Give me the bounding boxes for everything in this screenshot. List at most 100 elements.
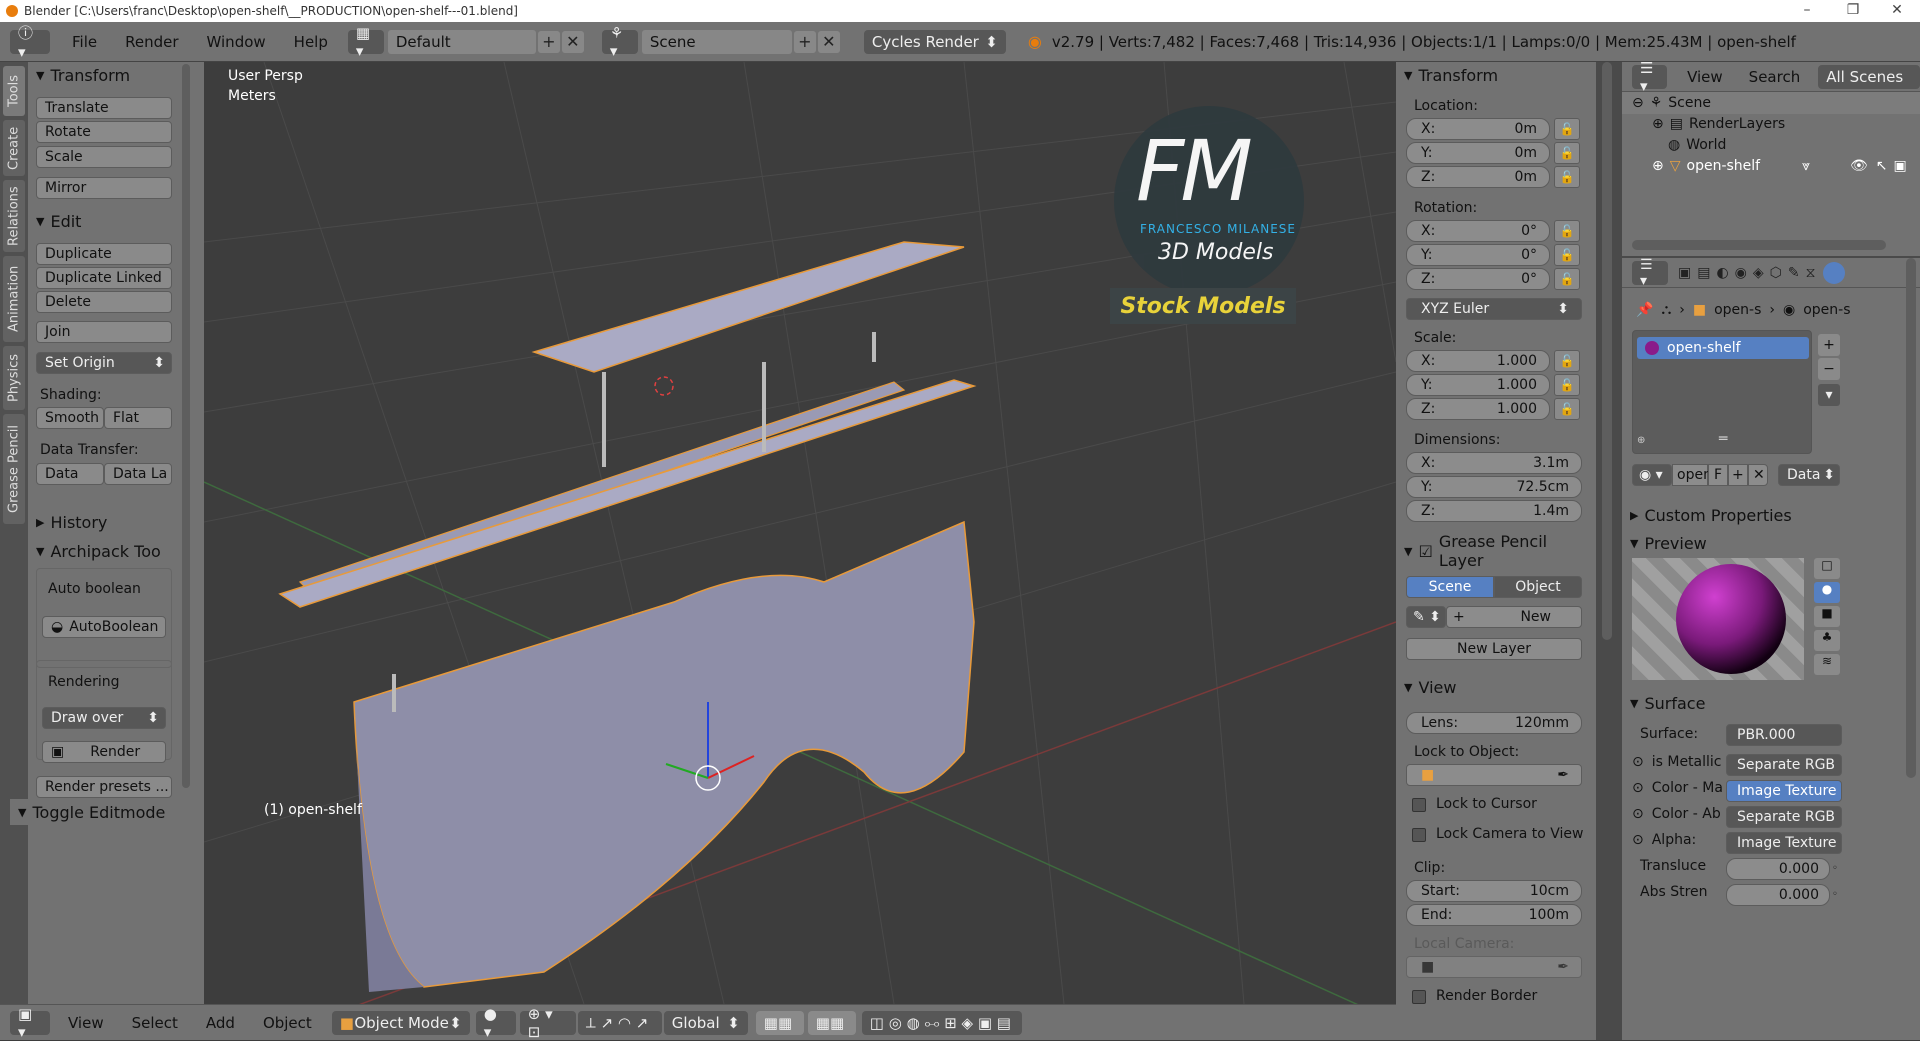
- dimensions-z-field[interactable]: Z: 1.4m: [1406, 500, 1582, 522]
- expand-icon[interactable]: ⊕: [1652, 158, 1664, 174]
- unlink-material-icon[interactable]: ✕: [1748, 464, 1768, 486]
- draw-over-select[interactable]: Draw over ⬍: [42, 707, 166, 729]
- lock-to-object-field[interactable]: ■ ✒: [1406, 764, 1582, 786]
- menu-select[interactable]: Select: [118, 1014, 192, 1032]
- lock-icon[interactable]: 🔓: [1554, 118, 1580, 140]
- properties-editor-icon[interactable]: ☰ ▾: [1632, 257, 1668, 289]
- history-panel-header[interactable]: ▶ History: [28, 509, 204, 535]
- viewport-shading-icon[interactable]: ● ▾: [475, 1005, 516, 1041]
- material-name-field[interactable]: open-: [1672, 464, 1717, 486]
- remove-slot-icon[interactable]: −: [1818, 358, 1840, 380]
- join-button[interactable]: Join: [36, 321, 172, 343]
- add-layout-icon[interactable]: +: [537, 30, 560, 53]
- tab-tools[interactable]: Tools: [3, 66, 25, 116]
- scale-button[interactable]: Scale: [36, 146, 172, 168]
- translucency-field[interactable]: 0.000: [1726, 858, 1830, 880]
- input-link-icon[interactable]: ⊙: [1632, 806, 1644, 822]
- new-material-icon[interactable]: +: [1728, 464, 1748, 486]
- abs-strength-field[interactable]: 0.000: [1726, 884, 1830, 906]
- visibility-eye-icon[interactable]: 👁: [1850, 158, 1868, 174]
- properties-shelf-scrollbar[interactable]: [1602, 62, 1612, 640]
- pencil-icon[interactable]: ✎ ⬍: [1406, 606, 1446, 628]
- material-slot-item[interactable]: open-shelf: [1637, 337, 1809, 359]
- rotation-y-field[interactable]: Y: 0°: [1406, 244, 1550, 266]
- lock-to-cursor-checkbox[interactable]: [1412, 798, 1426, 812]
- lock-icon[interactable]: 🔓: [1554, 244, 1580, 266]
- data-button[interactable]: Data: [36, 463, 104, 485]
- layers-grid-2-icon[interactable]: ▦▦: [807, 1010, 856, 1035]
- add-slot-icon[interactable]: +: [1818, 334, 1840, 356]
- dimensions-y-field[interactable]: Y: 72.5cm: [1406, 476, 1582, 498]
- preview-cube-icon[interactable]: ■: [1814, 606, 1840, 627]
- pin-icon[interactable]: 📌: [1636, 302, 1653, 318]
- eyedropper-icon[interactable]: ✒: [1557, 767, 1569, 783]
- snapping-tools-icons[interactable]: ◫ ◎ ◍ ⧟ ⊞ ◈ ▣ ▤: [861, 1010, 1022, 1035]
- outliner-editor-icon[interactable]: ☰ ▾: [1632, 59, 1668, 95]
- smooth-button[interactable]: Smooth: [36, 407, 104, 429]
- location-x-field[interactable]: X: 0m: [1406, 118, 1550, 140]
- delete-button[interactable]: Delete: [36, 291, 172, 313]
- remove-layout-icon[interactable]: ✕: [561, 30, 584, 53]
- lock-icon[interactable]: 🔓: [1554, 398, 1580, 420]
- tab-grease-pencil[interactable]: Grease Pencil: [3, 414, 25, 524]
- menu-object[interactable]: Object: [249, 1014, 326, 1032]
- n-transform-header[interactable]: ▼ Transform: [1396, 62, 1596, 88]
- input-link-icon[interactable]: ⊙: [1632, 754, 1644, 770]
- scene-icon[interactable]: ⚘ ▾: [601, 24, 638, 60]
- input-link-icon[interactable]: ⊙: [1632, 832, 1644, 848]
- rotation-z-field[interactable]: Z: 0°: [1406, 268, 1550, 290]
- lens-field[interactable]: Lens: 120mm: [1406, 712, 1582, 734]
- lock-icon[interactable]: 🔓: [1554, 166, 1580, 188]
- outliner-h-scrollbar[interactable]: [1632, 240, 1886, 250]
- screen-layout-field[interactable]: Default: [387, 29, 536, 54]
- menu-view[interactable]: View: [54, 1014, 118, 1032]
- preview-sphere-icon[interactable]: ●: [1814, 582, 1840, 603]
- clip-end-field[interactable]: End: 100m: [1406, 904, 1582, 926]
- menu-add[interactable]: Add: [192, 1014, 249, 1032]
- screen-layout-icon[interactable]: ▦ ▾: [347, 24, 384, 60]
- preview-flat-icon[interactable]: □: [1814, 558, 1840, 579]
- rotation-x-field[interactable]: X: 0°: [1406, 220, 1550, 242]
- set-origin-select[interactable]: Set Origin ⬍: [36, 352, 172, 374]
- surface-header[interactable]: ▼ Surface: [1622, 690, 1852, 716]
- gp-new-button[interactable]: + New: [1446, 606, 1582, 628]
- color-ma-input-select[interactable]: Image Texture: [1726, 780, 1842, 802]
- socket-icon[interactable]: ◦: [1832, 858, 1844, 880]
- render-button[interactable]: ▣ Render: [42, 741, 166, 763]
- outliner-item-scene[interactable]: ⊖ ⚘ Scene: [1622, 92, 1920, 114]
- menu-file[interactable]: File: [58, 33, 111, 51]
- outliner-item-renderlayers[interactable]: ⊕ ▤ RenderLayers: [1622, 113, 1920, 135]
- data-layers-button[interactable]: Data La: [104, 463, 172, 485]
- metallic-input-select[interactable]: Separate RGB: [1726, 754, 1842, 776]
- fake-user-button[interactable]: F: [1708, 464, 1728, 486]
- lock-icon[interactable]: 🔓: [1554, 268, 1580, 290]
- rotate-button[interactable]: Rotate: [36, 121, 172, 143]
- collapse-icon[interactable]: ⊖: [1632, 95, 1644, 111]
- outliner-item-open-shelf[interactable]: ⊕ ▽ open-shelf ⩔ 👁 ↖ ▣: [1622, 155, 1920, 177]
- edit-panel-header[interactable]: ▼ Edit: [28, 208, 204, 234]
- color-ab-input-select[interactable]: Separate RGB: [1726, 806, 1842, 828]
- outliner-item-world[interactable]: ◍ World: [1622, 134, 1920, 156]
- slot-specials-icon[interactable]: ▾: [1818, 384, 1840, 406]
- manipulator-icons[interactable]: ⟂ ↗ ◠ ↗: [577, 1010, 662, 1035]
- socket-icon[interactable]: ◦: [1832, 884, 1844, 906]
- custom-properties-header[interactable]: ▶ Custom Properties: [1622, 502, 1852, 528]
- autoboolean-button[interactable]: ◒ AutoBoolean: [42, 616, 166, 638]
- clip-start-field[interactable]: Start: 10cm: [1406, 880, 1582, 902]
- dimensions-x-field[interactable]: X: 3.1m: [1406, 452, 1582, 474]
- location-y-field[interactable]: Y: 0m: [1406, 142, 1550, 164]
- menu-render[interactable]: Render: [111, 33, 192, 51]
- menu-window[interactable]: Window: [193, 33, 280, 51]
- material-tab-icon[interactable]: [1823, 261, 1846, 284]
- layers-grid-1-icon[interactable]: ▦▦: [755, 1010, 804, 1035]
- selectability-cursor-icon[interactable]: ↖: [1876, 158, 1888, 174]
- render-presets-button[interactable]: Render presets ...: [36, 776, 172, 798]
- preview-hair-icon[interactable]: ≋: [1814, 654, 1840, 675]
- scale-x-field[interactable]: X: 1.000: [1406, 350, 1550, 372]
- transform-panel-header[interactable]: ▼ Transform: [28, 62, 204, 88]
- editor-type-info-icon[interactable]: ⓘ ▾: [10, 24, 50, 61]
- surface-shader-select[interactable]: PBR.000: [1726, 724, 1842, 746]
- scale-z-field[interactable]: Z: 1.000: [1406, 398, 1550, 420]
- outliner-search-menu[interactable]: Search: [1749, 68, 1801, 86]
- editor-type-3d-icon[interactable]: ▣ ▾: [10, 1005, 50, 1041]
